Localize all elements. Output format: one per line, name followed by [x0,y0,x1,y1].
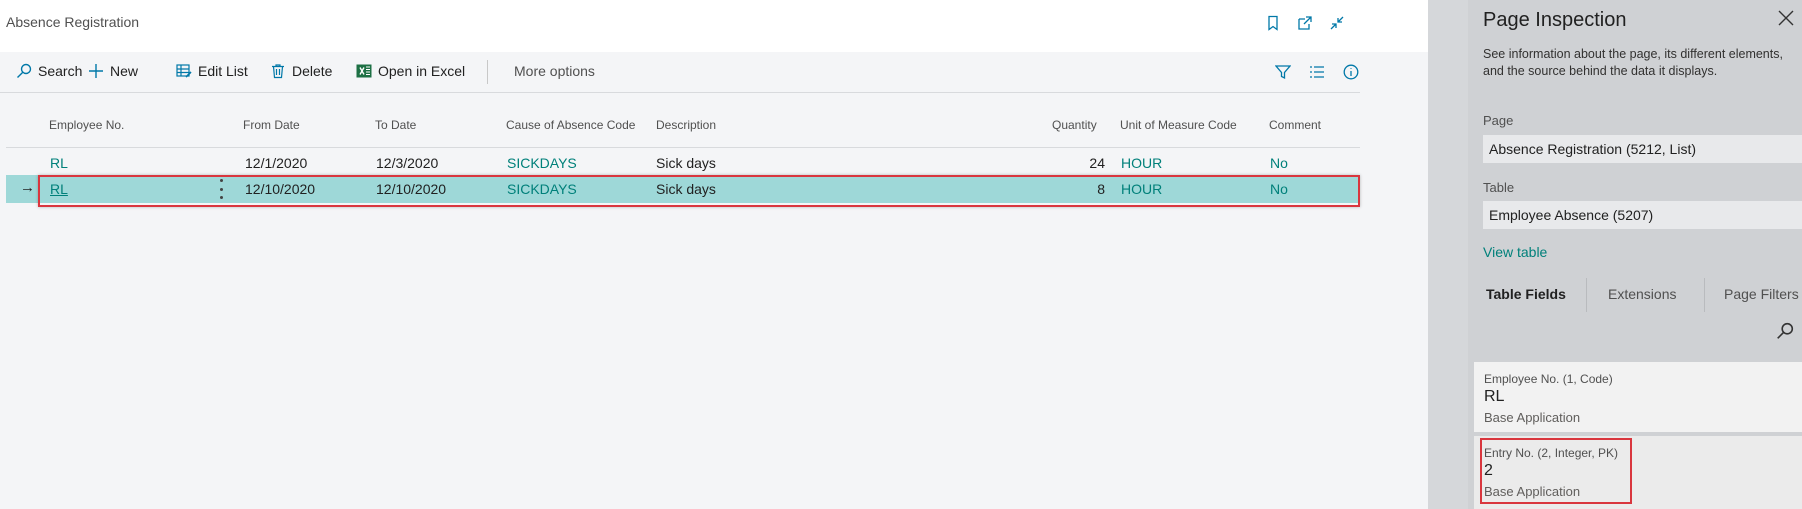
page-title: Absence Registration [6,14,140,30]
more-options-button[interactable]: More options [514,63,595,79]
header-icons [1262,12,1348,34]
col-header-description[interactable]: Description [656,118,716,132]
quantity-cell: 24 [1089,155,1105,171]
col-header-comment[interactable]: Comment [1269,118,1321,132]
tab-extensions[interactable]: Extensions [1608,286,1676,302]
col-header-from-date[interactable]: From Date [243,118,300,132]
new-button[interactable]: New [88,63,138,79]
open-in-excel-label: Open in Excel [378,63,466,79]
search-button[interactable]: Search [16,63,82,79]
to-date-cell: 12/3/2020 [376,155,439,171]
absence-registration-page: Absence Registration Search New Edit Lis… [0,0,1428,509]
search-icon[interactable] [1776,322,1794,340]
delete-button[interactable]: Delete [270,63,332,79]
action-separator [487,60,488,84]
description-cell: Sick days [656,155,716,171]
table-row[interactable]: RL 12/1/2020 12/3/2020 SICKDAYS Sick day… [6,149,1360,178]
col-header-cause[interactable]: Cause of Absence Code [506,118,635,132]
employee-no-cell[interactable]: RL [50,155,68,171]
page-value-field: Absence Registration (5212, List) [1483,135,1802,163]
row-menu-icon[interactable] [214,179,228,199]
trash-icon [272,64,284,79]
to-date-cell: 12/10/2020 [376,181,447,197]
table-label: Table [1483,180,1515,195]
open-in-new-window-icon[interactable] [1294,12,1316,34]
field-value: 2 [1484,462,1493,479]
page-dim-overlay [1428,0,1468,509]
panel-description: See information about the page, its diff… [1483,47,1783,78]
row-marker-arrow-icon: → [20,179,35,196]
edit-list-icon [176,64,192,78]
collapse-icon[interactable] [1326,12,1348,34]
col-header-quantity[interactable]: Quantity [1052,118,1097,132]
description-cell: Sick days [656,181,716,197]
page-inspection-panel: Page Inspection See information about th… [1468,0,1802,509]
field-caption: Employee No. (1, Code) [1484,372,1613,386]
from-date-cell: 12/10/2020 [245,181,316,197]
tab-page-filters[interactable]: Page Filters [1724,286,1799,302]
plus-icon [89,64,103,78]
excel-icon [356,64,372,78]
close-icon[interactable] [1776,8,1798,30]
field-value: RL [1484,388,1505,405]
comment-cell[interactable]: No [1270,181,1288,197]
field-source: Base Application [1484,484,1581,499]
comment-cell[interactable]: No [1270,155,1288,171]
table-row-selected[interactable]: → RL 12/10/2020 12/10/2020 SICKDAYS Sick… [6,175,1360,203]
edit-list-label: Edit List [198,63,248,79]
open-in-excel-button[interactable]: Open in Excel [356,63,465,79]
uom-cell[interactable]: HOUR [1121,181,1162,197]
field-card[interactable]: Employee No. (1, Code) RL Base Applicati… [1474,362,1802,432]
edit-list-button[interactable]: Edit List [176,63,248,79]
panel-title: Page Inspection [1483,9,1627,31]
delete-label: Delete [292,63,333,79]
field-caption: Entry No. (2, Integer, PK) [1484,446,1619,460]
inspection-tabs: Table Fields Extensions Page Filters [1468,278,1802,312]
col-header-to-date[interactable]: To Date [375,118,416,132]
grid-tools [1274,63,1360,81]
filter-icon[interactable] [1274,63,1292,81]
employee-no-cell[interactable]: RL [50,181,68,197]
from-date-cell: 12/1/2020 [245,155,308,171]
cause-cell[interactable]: SICKDAYS [507,155,577,171]
tab-divider [1586,278,1587,312]
table-value-field: Employee Absence (5207) [1483,201,1802,229]
tab-divider [1704,278,1705,312]
header-divider [6,147,1360,148]
cause-cell[interactable]: SICKDAYS [507,181,577,197]
page-label: Page [1483,113,1514,128]
field-source: Base Application [1484,410,1581,425]
quantity-cell: 8 [1097,181,1105,197]
tab-table-fields[interactable]: Table Fields [1486,286,1566,302]
list-view-icon[interactable] [1308,63,1326,81]
info-icon[interactable] [1342,63,1360,81]
more-options-label: More options [514,63,595,79]
search-icon [17,63,32,78]
col-header-uom[interactable]: Unit of Measure Code [1120,118,1237,132]
view-table-link[interactable]: View table [1483,244,1547,260]
action-bar: Search New Edit List Delete Open in Exce… [0,52,1360,93]
field-card[interactable]: Entry No. (2, Integer, PK) 2 Base Applic… [1474,436,1802,509]
bookmark-icon[interactable] [1262,12,1284,34]
page-header: Absence Registration [0,0,1428,52]
col-header-employee-no[interactable]: Employee No. [49,118,124,132]
new-label: New [110,63,139,79]
search-label: Search [38,63,83,79]
uom-cell[interactable]: HOUR [1121,155,1162,171]
